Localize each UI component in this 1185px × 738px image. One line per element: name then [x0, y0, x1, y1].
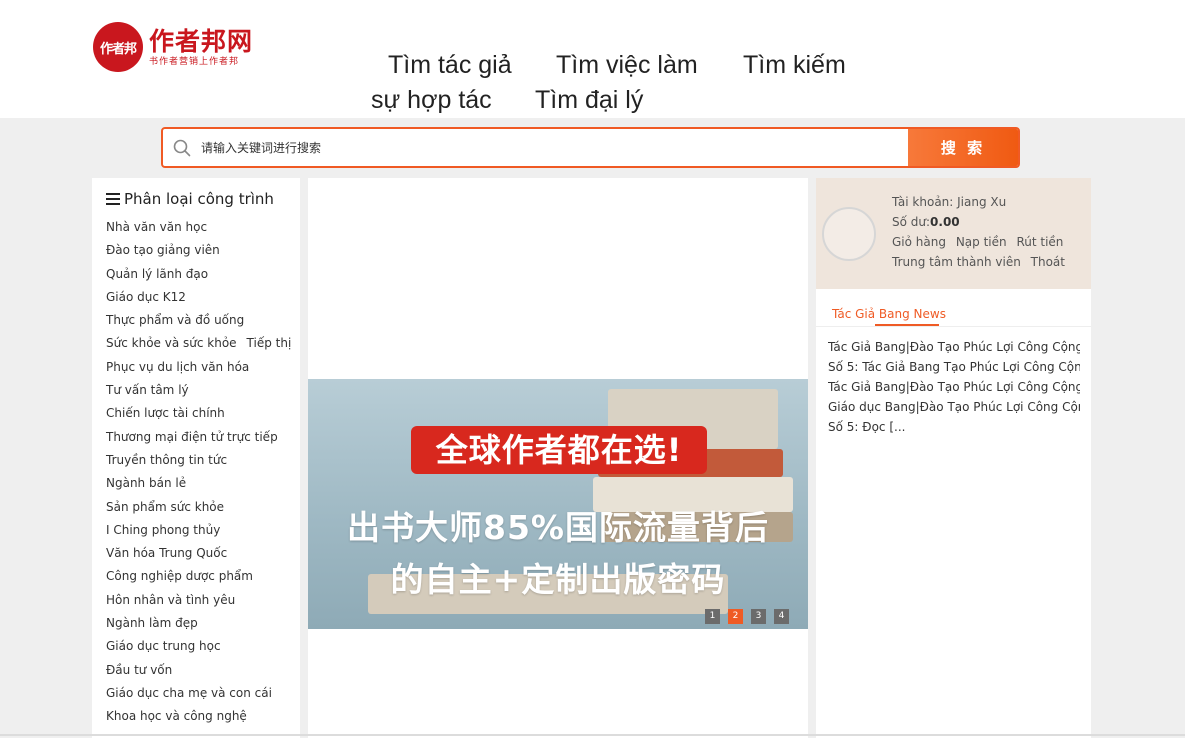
search-input[interactable]: [201, 129, 906, 166]
nav-find-agent[interactable]: Tìm đại lý: [535, 86, 643, 115]
category-item[interactable]: Giáo dục cha mẹ và con cái: [106, 686, 272, 700]
carousel-page-button[interactable]: 3: [751, 609, 766, 624]
category-item[interactable]: Ngành bán lẻ: [106, 476, 186, 490]
banner-headline-2: 的自主+定制出版密码: [390, 560, 726, 599]
category-row: I Ching phong thủy: [106, 519, 300, 542]
category-item[interactable]: Văn hóa Trung Quốc: [106, 546, 227, 560]
site-logo[interactable]: 作者邦 作者邦网 书作者营销上作者邦: [93, 22, 253, 72]
search-icon: [173, 139, 191, 157]
logout-link[interactable]: Thoát: [1031, 255, 1065, 269]
category-item[interactable]: Đầu tư vốn: [106, 663, 172, 677]
news-item[interactable]: Tác Giả Bang|Đào Tạo Phúc Lợi Công Cộng: [828, 340, 1080, 354]
nav-find-author[interactable]: Tìm tác giả: [388, 51, 512, 80]
category-row: Truyền thông tin tức: [106, 449, 300, 472]
cart-link[interactable]: Giỏ hàng: [892, 235, 946, 249]
category-item[interactable]: Tư vấn tâm lý: [106, 383, 189, 397]
category-row: Chiến lược tài chính: [106, 402, 300, 425]
account-balance: Số dư:0.00: [892, 215, 960, 229]
account-links-row-2: Trung tâm thành viên Thoát: [892, 255, 1071, 269]
category-row: Khoa học và công nghệ: [106, 705, 300, 728]
category-row: Thực phẩm và đồ uống: [106, 309, 300, 332]
news-item[interactable]: Tác Giả Bang|Đào Tạo Phúc Lợi Công Cộng: [828, 380, 1080, 394]
news-item[interactable]: Số 5: Đọc [...: [828, 420, 1080, 434]
category-item[interactable]: Phục vụ du lịch văn hóa: [106, 360, 249, 374]
category-item[interactable]: Khoa học và công nghệ: [106, 709, 247, 723]
divider: [816, 326, 1091, 327]
nav-find-cooperation[interactable]: Tìm kiếm: [743, 51, 846, 80]
avatar[interactable]: [822, 207, 876, 261]
logo-seal: 作者邦: [93, 22, 143, 72]
divider: [0, 734, 1185, 736]
news-item[interactable]: Giáo dục Bang|Đào Tạo Phúc Lợi Công Cộng…: [828, 400, 1080, 414]
promo-banner[interactable]: 全球作者都在选! 出书大师85%国际流量背后 的自主+定制出版密码 1234: [308, 379, 808, 629]
category-item[interactable]: Thực phẩm và đồ uống: [106, 313, 244, 327]
category-row: Đầu tư vốn: [106, 659, 300, 682]
category-item[interactable]: Sản phẩm sức khỏe: [106, 500, 224, 514]
category-row: Hôn nhân và tình yêu: [106, 589, 300, 612]
category-item[interactable]: Đào tạo giảng viên: [106, 243, 220, 257]
logo-text: 作者邦网 书作者营销上作者邦: [149, 27, 253, 68]
category-item[interactable]: Hôn nhân và tình yêu: [106, 593, 235, 607]
news-item[interactable]: Số 5: Tác Giả Bang Tạo Phúc Lợi Công Cộn…: [828, 360, 1080, 374]
search-button[interactable]: 搜 索: [908, 129, 1018, 166]
banner-headline-1: 出书大师85%国际流量背后: [347, 508, 769, 547]
search-bar: 搜 索: [161, 127, 1020, 168]
carousel-page-button[interactable]: 1: [705, 609, 720, 624]
category-row: Ngành làm đẹp: [106, 612, 300, 635]
logo-slogan: 书作者营销上作者邦: [149, 56, 240, 67]
category-item[interactable]: Công nghiệp dược phẩm: [106, 569, 253, 583]
category-item[interactable]: Ngành làm đẹp: [106, 616, 198, 630]
withdraw-link[interactable]: Rút tiền: [1016, 235, 1063, 249]
category-row: Quản lý lãnh đạo: [106, 263, 300, 286]
logo-title: 作者邦网: [149, 26, 254, 56]
category-item[interactable]: I Ching phong thủy: [106, 523, 220, 537]
main-content: 全球作者都在选! 出书大师85%国际流量背后 的自主+定制出版密码 1234: [308, 178, 808, 738]
category-item[interactable]: Quản lý lãnh đạo: [106, 267, 208, 281]
balance-value: 0.00: [930, 215, 960, 229]
carousel-page-button[interactable]: 2: [728, 609, 743, 624]
nav-cooperation-suffix[interactable]: sự hợp tác: [371, 86, 492, 115]
category-row: Văn hóa Trung Quốc: [106, 542, 300, 565]
category-title: Phân loại công trình: [106, 190, 274, 208]
member-center-link[interactable]: Trung tâm thành viên: [892, 255, 1021, 269]
category-row: Sản phẩm sức khỏe: [106, 496, 300, 519]
nav-find-job[interactable]: Tìm việc làm: [556, 51, 698, 80]
category-title-label: Phân loại công trình: [124, 190, 274, 208]
category-item[interactable]: Tiếp thị: [247, 336, 292, 350]
site-header: 作者邦 作者邦网 书作者营销上作者邦 Tìm tác giả Tìm việc …: [0, 0, 1185, 118]
category-row: Thương mại điện tử trực tiếp: [106, 426, 300, 449]
menu-icon: [106, 193, 120, 205]
category-item[interactable]: Nhà văn văn học: [106, 220, 207, 234]
category-item[interactable]: Thương mại điện tử trực tiếp: [106, 430, 278, 444]
category-row: Đào tạo giảng viên: [106, 239, 300, 262]
category-item[interactable]: Sức khỏe và sức khỏe: [106, 336, 237, 350]
carousel-pagination: 1234: [705, 609, 789, 624]
recharge-link[interactable]: Nạp tiền: [956, 235, 1007, 249]
category-row: Giáo dục trung học: [106, 635, 300, 658]
category-row: Nhà văn văn học: [106, 216, 300, 239]
category-row: Sức khỏe và sức khỏe Tiếp thị: [106, 332, 300, 355]
account-name: Tài khoản: Jiang Xu: [892, 195, 1007, 209]
category-item[interactable]: Giáo dục K12: [106, 290, 186, 304]
balance-label: Số dư:: [892, 215, 931, 229]
category-item[interactable]: Truyền thông tin tức: [106, 453, 227, 467]
category-row: Giáo dục K12: [106, 286, 300, 309]
banner-tag: 全球作者都在选!: [411, 426, 707, 474]
account-links-row-1: Giỏ hàng Nạp tiền Rút tiền: [892, 235, 1069, 249]
category-sidebar: Phân loại công trình Nhà văn văn học Đào …: [92, 178, 300, 738]
category-row: Phục vụ du lịch văn hóa: [106, 356, 300, 379]
account-card: Tài khoản: Jiang Xu Số dư:0.00 Giỏ hàng …: [816, 178, 1091, 289]
category-row: Công nghiệp dược phẩm: [106, 565, 300, 588]
carousel-page-button[interactable]: 4: [774, 609, 789, 624]
right-panel: Tài khoản: Jiang Xu Số dư:0.00 Giỏ hàng …: [816, 178, 1091, 738]
category-row: Ngành bán lẻ: [106, 472, 300, 495]
category-row: Tư vấn tâm lý: [106, 379, 300, 402]
tab-news[interactable]: Tác Giả Bang News: [832, 307, 946, 321]
category-item[interactable]: Giáo dục trung học: [106, 639, 221, 653]
category-item[interactable]: Chiến lược tài chính: [106, 406, 225, 420]
category-row: Giáo dục cha mẹ và con cái: [106, 682, 300, 705]
category-list: Nhà văn văn học Đào tạo giảng viên Quản lý…: [106, 216, 300, 729]
